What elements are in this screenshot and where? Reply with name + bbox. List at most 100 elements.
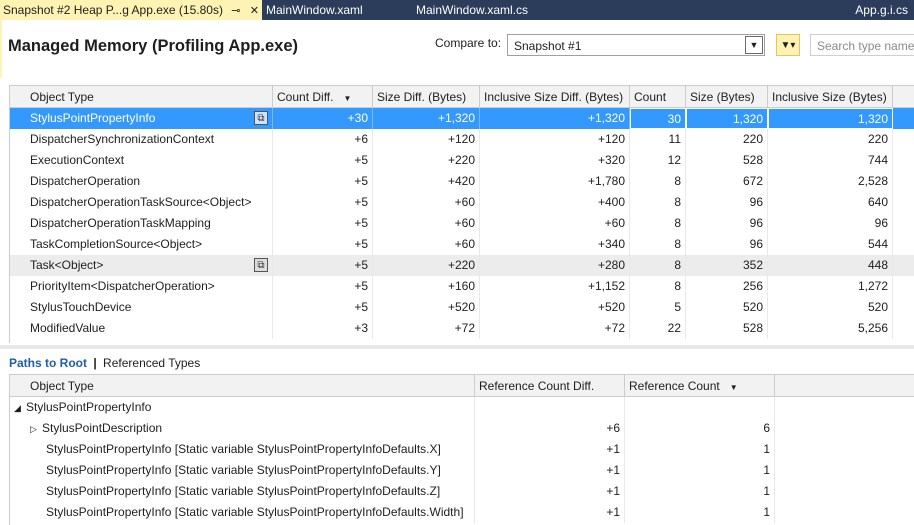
cell-text: +5 xyxy=(354,216,368,230)
table-row[interactable]: DispatcherOperationTaskSource<Object> +5 +… xyxy=(10,192,914,213)
table-row[interactable]: StylusPointPropertyInfo ⧉ +30 +1,320 +1,320 3… xyxy=(10,108,914,129)
collapsed-arrow-icon[interactable]: ▷ xyxy=(30,424,42,435)
table-row[interactable]: StylusPointPropertyInfo [Static variable… xyxy=(10,460,914,481)
col-count[interactable]: Count xyxy=(630,86,686,107)
tab-referenced-types[interactable]: Referenced Types xyxy=(103,356,200,370)
cell-text: +5 xyxy=(354,279,368,293)
cell-size-diff: +1,320 xyxy=(373,108,480,129)
table-row[interactable]: ExecutionContext +5 +220 +320 12 528 744 xyxy=(10,150,914,171)
cell-text: +120 xyxy=(447,132,475,146)
cell-filler xyxy=(893,171,914,192)
cell-size-diff: +220 xyxy=(373,150,480,171)
cell-filler xyxy=(775,397,914,418)
cell-filler xyxy=(775,502,914,523)
table-row[interactable]: PriorityItem<DispatcherOperation> +5 +160 +… xyxy=(10,276,914,297)
close-icon[interactable]: ✕ xyxy=(250,5,259,17)
table-row[interactable]: DispatcherOperationTaskMapping +5 +60 +60 8 9… xyxy=(10,213,914,234)
cell-inclusive-size-diff: +280 xyxy=(480,255,630,276)
table-row[interactable]: Task<Object> ⧉ +5 +220 +280 8 352 448 xyxy=(10,255,914,276)
table-row[interactable]: TaskCompletionSource<Object> +5 +60 +340 8 96… xyxy=(10,234,914,255)
filter-button[interactable]: ▼▾ xyxy=(776,34,800,56)
cell-text: +6 xyxy=(354,132,368,146)
cell-size-diff: +220 xyxy=(373,255,480,276)
col-reference-count-diff[interactable]: Reference Count Diff. xyxy=(475,375,625,396)
cell-text: 744 xyxy=(867,153,888,167)
cell-count-diff: +30 xyxy=(273,108,373,129)
tab-paths-to-root[interactable]: Paths to Root xyxy=(9,356,87,370)
table-row[interactable]: StylusPointPropertyInfo [Static variable… xyxy=(10,502,914,523)
col-object-type[interactable]: Object Type xyxy=(10,86,273,107)
view-instances-icon[interactable]: ⧉ xyxy=(254,258,268,272)
report-header: Managed Memory (Profiling App.exe) Compa… xyxy=(0,20,914,78)
cell-text: 2,528 xyxy=(857,174,888,188)
cell-filler xyxy=(893,234,914,255)
cell-text: DispatcherOperation xyxy=(30,174,141,188)
cell-count: 8 xyxy=(630,213,686,234)
table-row[interactable]: ◢ StylusPointPropertyInfo xyxy=(10,397,914,418)
tab-label: Snapshot #2 Heap P...g App.exe (15.80s) xyxy=(3,3,223,17)
tab-mainwindow-xaml[interactable]: MainWindow.xaml xyxy=(262,0,412,20)
col-object-type[interactable]: Object Type xyxy=(10,375,475,396)
table-row[interactable]: StylusPointPropertyInfo [Static variable… xyxy=(10,439,914,460)
cell-reference-count: 1 xyxy=(625,460,775,481)
table-row[interactable]: DispatcherOperation +5 +420 +1,780 8 672 2,528 xyxy=(10,171,914,192)
page-title: Managed Memory (Profiling App.exe) xyxy=(8,37,299,55)
compare-label: Compare to: xyxy=(435,36,502,50)
cell-object-type: StylusPointPropertyInfo [Static variable… xyxy=(10,502,475,523)
cell-filler xyxy=(893,129,914,150)
tab-app-g-i-cs[interactable]: App.g.i.cs xyxy=(562,0,914,20)
compare-dropdown[interactable]: Snapshot #1 ▼ xyxy=(507,34,765,56)
cell-size: 96 xyxy=(686,234,768,255)
cell-text: TaskCompletionSource<Object> xyxy=(30,237,203,251)
table-row[interactable]: ▷ StylusPointDescription +6 6 xyxy=(10,418,914,439)
table-row[interactable]: StylusPointPropertyInfo [Static variable… xyxy=(10,481,914,502)
col-count-diff[interactable]: Count Diff. ▼ xyxy=(273,86,373,107)
cell-text: +5 xyxy=(354,153,368,167)
cell-inclusive-size-diff: +1,780 xyxy=(480,171,630,192)
cell-inclusive-size-diff: +520 xyxy=(480,297,630,318)
cell-text: 520 xyxy=(742,300,763,314)
cell-text: 8 xyxy=(674,195,681,209)
cell-text: StylusPointPropertyInfo [Static variable… xyxy=(46,505,464,519)
col-reference-count[interactable]: Reference Count ▼ xyxy=(625,375,775,396)
cell-count: 11 xyxy=(630,129,686,150)
cell-text: StylusPointPropertyInfo [Static variable… xyxy=(46,442,441,456)
cell-text: +160 xyxy=(447,279,475,293)
cell-filler xyxy=(893,318,914,339)
cell-text: +60 xyxy=(454,216,475,230)
compare-value: Snapshot #1 xyxy=(514,39,582,53)
search-input[interactable]: Search type names xyxy=(810,34,914,56)
cell-count: 8 xyxy=(630,192,686,213)
col-size-diff[interactable]: Size Diff. (Bytes) xyxy=(373,86,480,107)
cell-inclusive-size: 96 xyxy=(768,213,893,234)
cell-inclusive-size: 2,528 xyxy=(768,171,893,192)
cell-text: +520 xyxy=(447,300,475,314)
table-row[interactable]: DispatcherSynchronizationContext +6 +120 +1… xyxy=(10,129,914,150)
cell-filler xyxy=(775,439,914,460)
cell-inclusive-size: 520 xyxy=(768,297,893,318)
cell-inclusive-size-diff: +340 xyxy=(480,234,630,255)
cell-text: DispatcherOperationTaskMapping xyxy=(30,216,211,230)
col-inclusive-size[interactable]: Inclusive Size (Bytes) xyxy=(768,86,893,107)
table-row[interactable]: ModifiedValue +3 +72 +72 22 528 5,256 xyxy=(10,318,914,339)
cell-count: 22 xyxy=(630,318,686,339)
paths-to-root-table: Object Type Reference Count Diff. Refere… xyxy=(9,374,914,525)
col-size[interactable]: Size (Bytes) xyxy=(686,86,768,107)
sort-desc-icon: ▼ xyxy=(729,383,738,392)
cell-size-diff: +60 xyxy=(373,234,480,255)
pin-icon[interactable]: ⊸ xyxy=(231,5,240,17)
table-row[interactable]: StylusTouchDevice +5 +520 +520 5 520 520 xyxy=(10,297,914,318)
expanded-arrow-icon[interactable]: ◢ xyxy=(14,403,26,414)
cell-inclusive-size-diff: +1,320 xyxy=(480,108,630,129)
view-instances-icon[interactable]: ⧉ xyxy=(254,111,268,125)
cell-count: 30 xyxy=(630,108,686,129)
cell-text: +5 xyxy=(354,300,368,314)
pane-splitter[interactable] xyxy=(0,345,914,349)
cell-object-type: StylusPointPropertyInfo [Static variable… xyxy=(10,439,475,460)
chevron-down-icon[interactable]: ▼ xyxy=(745,36,763,54)
col-inclusive-size-diff[interactable]: Inclusive Size Diff. (Bytes) xyxy=(480,86,630,107)
tab-snapshot-2[interactable]: Snapshot #2 Heap P...g App.exe (15.80s) … xyxy=(0,0,262,20)
cell-count-diff: +6 xyxy=(273,129,373,150)
cell-text: DispatcherOperationTaskSource<Object> xyxy=(30,195,252,209)
tab-mainwindow-xaml-cs[interactable]: MainWindow.xaml.cs xyxy=(412,0,562,20)
